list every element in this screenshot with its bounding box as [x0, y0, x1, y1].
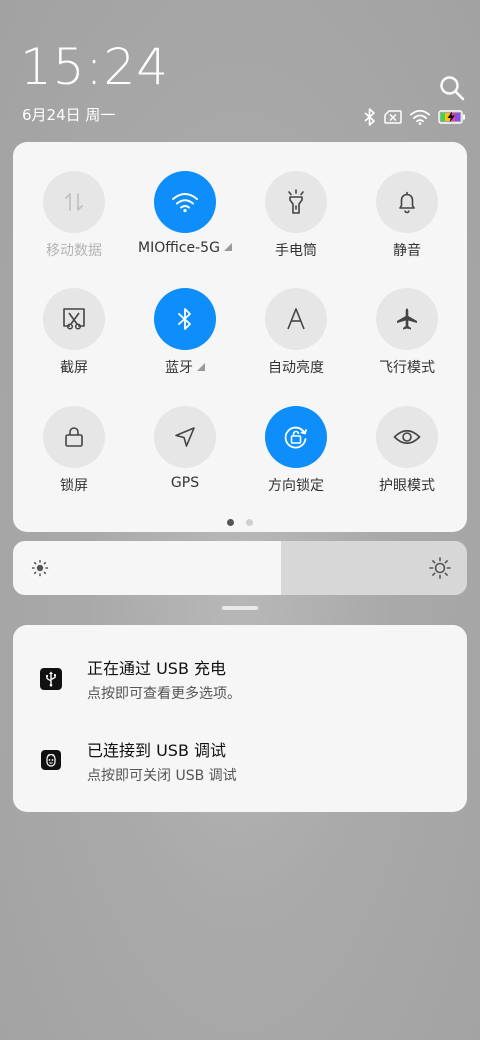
drag-handle[interactable] — [222, 606, 258, 610]
status-icons — [364, 106, 466, 128]
clock[interactable]: 15:24 — [20, 42, 169, 92]
tile-wifi[interactable]: MIOffice-5G — [128, 142, 242, 256]
notification-usb-charging[interactable]: 正在通过 USB 充电 点按即可查看更多选项。 — [13, 645, 467, 725]
bluetooth-icon — [178, 308, 191, 330]
tile-flashlight[interactable]: 手电筒 — [239, 142, 353, 259]
tile-label: 方向锁定 — [268, 478, 324, 494]
tile-label: 飞行模式 — [379, 360, 435, 376]
wifi-icon — [410, 109, 430, 125]
tile-silent[interactable]: 静音 — [350, 142, 464, 259]
search-button[interactable] — [438, 74, 466, 102]
tile-label: 截屏 — [60, 360, 88, 376]
page-dot-2[interactable] — [246, 519, 253, 526]
tile-eye-care[interactable]: 护眼模式 — [350, 377, 464, 494]
tile-label: 锁屏 — [60, 478, 88, 494]
battery-charging-icon — [438, 110, 465, 124]
flashlight-icon — [288, 189, 304, 214]
notification-usb-debugging[interactable]: 已连接到 USB 调试 点按即可关闭 USB 调试 — [13, 727, 467, 807]
location-arrow-icon — [175, 427, 195, 447]
auto-brightness-icon — [287, 308, 305, 330]
notification-title: 正在通过 USB 充电 — [87, 659, 227, 678]
quick-settings-panel: 移动数据 MIOffice-5G 手电筒 静音 截屏 蓝牙 自动亮度 飞行模式 … — [13, 142, 467, 532]
mobile-data-icon — [65, 193, 83, 211]
sim-disabled-icon — [384, 110, 402, 124]
tile-bluetooth[interactable]: 蓝牙 — [128, 259, 242, 376]
tile-rotation-lock[interactable]: 方向锁定 — [239, 377, 353, 494]
notification-card: 正在通过 USB 充电 点按即可查看更多选项。 已连接到 USB 调试 点按即可… — [13, 625, 467, 812]
tile-label: 护眼模式 — [379, 478, 435, 494]
tile-label: 移动数据 — [46, 243, 102, 259]
page-indicator — [13, 519, 467, 526]
debug-bug-icon — [41, 750, 61, 770]
notification-subtitle: 点按即可关闭 USB 调试 — [87, 768, 237, 784]
brightness-fill — [13, 541, 281, 595]
rotation-lock-icon — [284, 426, 307, 449]
tile-airplane-mode[interactable]: 飞行模式 — [350, 259, 464, 376]
lock-icon — [65, 427, 83, 447]
date[interactable]: 6月24日 周一 — [22, 108, 115, 123]
tile-label: 自动亮度 — [268, 360, 324, 376]
tile-gps[interactable]: GPS — [128, 377, 242, 491]
tile-mobile-data[interactable]: 移动数据 — [17, 142, 131, 259]
bluetooth-icon — [364, 108, 375, 126]
screenshot-icon — [63, 308, 85, 330]
notification-subtitle: 点按即可查看更多选项。 — [87, 686, 241, 702]
brightness-low-icon — [31, 559, 49, 577]
tile-label: 静音 — [393, 243, 421, 259]
page-dot-1[interactable] — [227, 519, 234, 526]
more-options-indicator — [197, 363, 205, 371]
tile-label: GPS — [170, 475, 200, 491]
usb-icon — [40, 668, 62, 690]
bell-icon — [399, 191, 415, 214]
brightness-high-icon — [429, 557, 451, 579]
brightness-slider[interactable] — [13, 541, 467, 595]
wifi-icon — [172, 193, 198, 213]
tile-auto-brightness[interactable]: 自动亮度 — [239, 259, 353, 376]
tile-label: 蓝牙 — [128, 357, 242, 377]
more-options-indicator — [223, 243, 232, 251]
tile-screenshot[interactable]: 截屏 — [17, 259, 131, 376]
notification-title: 已连接到 USB 调试 — [87, 741, 227, 760]
tile-label: 手电筒 — [275, 243, 317, 259]
search-icon — [440, 76, 465, 101]
status-area: 15:24 6月24日 周一 — [0, 0, 480, 140]
tile-label: MIOffice-5G — [128, 240, 242, 256]
airplane-icon — [397, 308, 417, 330]
tile-lock-screen[interactable]: 锁屏 — [17, 377, 131, 494]
eye-icon — [393, 429, 421, 445]
